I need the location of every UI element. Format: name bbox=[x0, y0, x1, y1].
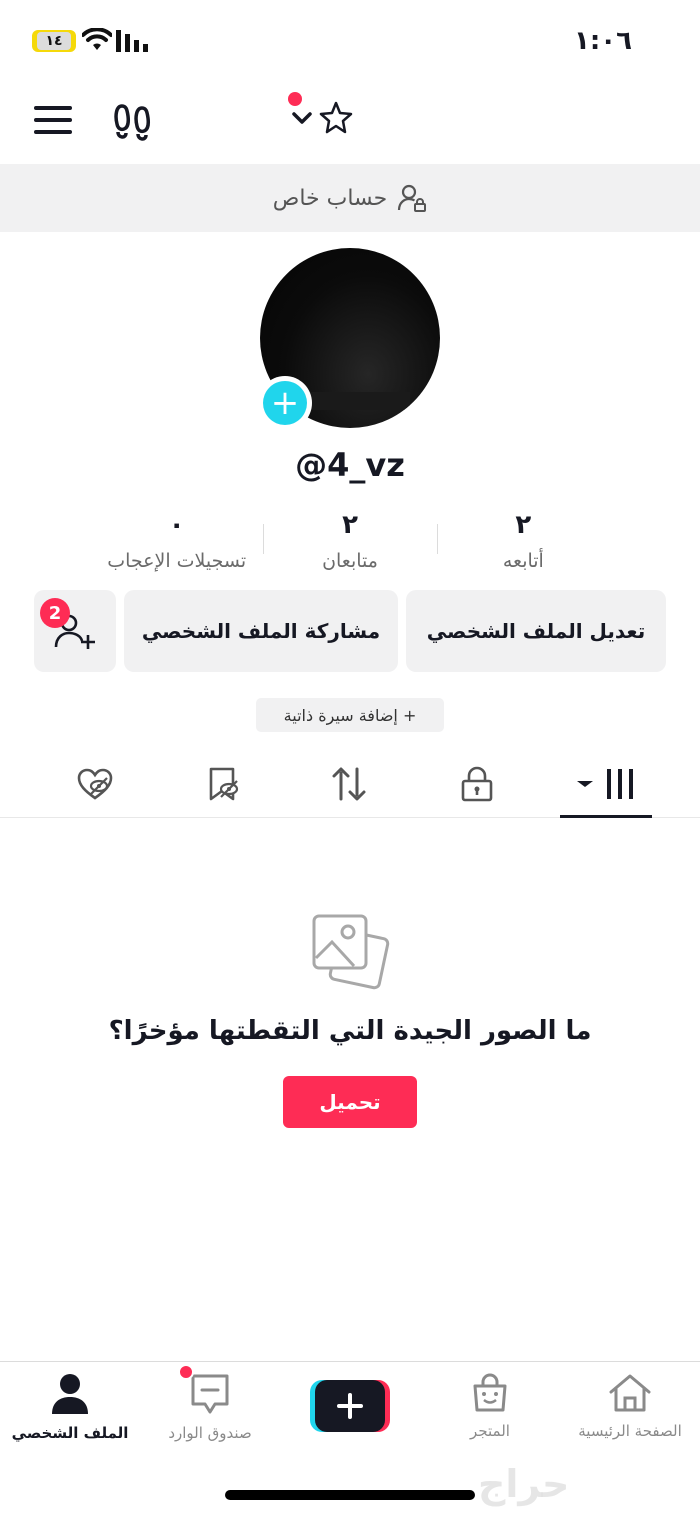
stat-likes-value: ٠ bbox=[168, 510, 185, 540]
nav-shop-label: المتجر bbox=[470, 1422, 510, 1440]
edit-profile-button[interactable]: تعديل الملف الشخصي bbox=[406, 590, 666, 672]
stat-followers-label: متابعان bbox=[322, 550, 378, 572]
inbox-notification-dot bbox=[178, 1364, 194, 1380]
active-tab-indicator bbox=[560, 815, 652, 818]
nav-profile-label: الملف الشخصي bbox=[11, 1424, 129, 1442]
star-icon[interactable] bbox=[318, 100, 354, 136]
private-account-label: حساب خاص bbox=[272, 185, 388, 211]
upload-button[interactable]: تحميل bbox=[283, 1076, 417, 1128]
share-profile-button[interactable]: مشاركة الملف الشخصي bbox=[124, 590, 398, 672]
battery-indicator: ١٤ bbox=[32, 30, 76, 52]
nav-home-label: الصفحة الرئيسية bbox=[578, 1422, 682, 1440]
watermark-logo: حراج bbox=[478, 1462, 570, 1506]
tab-favorites[interactable] bbox=[188, 752, 258, 816]
stat-following-label: أتابعه bbox=[502, 550, 544, 572]
home-icon bbox=[609, 1374, 651, 1412]
create-button[interactable] bbox=[310, 1380, 390, 1432]
repost-icon bbox=[332, 767, 366, 801]
shopping-bag-icon bbox=[473, 1373, 507, 1412]
username: @4_vz bbox=[295, 446, 405, 484]
inbox-icon bbox=[191, 1374, 229, 1414]
heart-hidden-icon bbox=[77, 768, 113, 800]
stat-followers-value: ٢ bbox=[342, 510, 358, 540]
stat-following[interactable]: ٢ أتابعه bbox=[436, 510, 610, 580]
nav-shop[interactable]: المتجر bbox=[420, 1372, 560, 1440]
status-time: ١:٠٦ bbox=[573, 26, 632, 56]
tab-private-videos[interactable] bbox=[442, 752, 512, 816]
footprint-icon[interactable] bbox=[112, 102, 154, 144]
friend-requests-badge: 2 bbox=[40, 598, 70, 628]
account-switcher[interactable] bbox=[290, 100, 354, 136]
nav-home[interactable]: الصفحة الرئيسية bbox=[560, 1372, 700, 1440]
bookmark-hidden-icon bbox=[209, 767, 239, 801]
tab-videos[interactable] bbox=[566, 752, 646, 816]
add-avatar-button[interactable]: + bbox=[258, 376, 312, 430]
stat-likes[interactable]: ٠ تسجيلات الإعجاب bbox=[90, 510, 263, 580]
signal-icon bbox=[116, 30, 148, 52]
stat-following-value: ٢ bbox=[515, 510, 532, 540]
lock-icon bbox=[461, 766, 493, 802]
private-account-banner[interactable]: حساب خاص bbox=[0, 164, 700, 232]
tab-reposts[interactable] bbox=[314, 752, 384, 816]
private-user-icon bbox=[398, 184, 427, 212]
videos-grid-icon bbox=[577, 769, 633, 799]
nav-inbox-label: صندوق الوارد bbox=[168, 1424, 252, 1442]
add-bio-button[interactable]: + إضافة سيرة ذاتية bbox=[256, 698, 444, 732]
home-indicator[interactable] bbox=[225, 1490, 475, 1500]
empty-state-text: ما الصور الجيدة التي التقطتها مؤخرًا؟ bbox=[108, 1016, 592, 1046]
battery-level: ١٤ bbox=[37, 32, 71, 50]
profile-icon bbox=[52, 1374, 88, 1414]
photos-icon bbox=[312, 914, 390, 990]
chevron-down-icon bbox=[292, 112, 312, 124]
stat-likes-label: تسجيلات الإعجاب bbox=[107, 550, 247, 572]
plus-icon: + bbox=[263, 381, 307, 425]
stat-followers[interactable]: ٢ متابعان bbox=[263, 510, 436, 580]
content-tabs bbox=[0, 752, 700, 818]
menu-icon[interactable] bbox=[34, 106, 72, 138]
nav-inbox[interactable]: صندوق الوارد bbox=[140, 1372, 280, 1442]
nav-profile[interactable]: الملف الشخصي bbox=[0, 1372, 140, 1442]
wifi-icon bbox=[82, 28, 112, 50]
profile-stats: ٢ أتابعه ٢ متابعان ٠ تسجيلات الإعجاب bbox=[90, 510, 610, 580]
tab-liked-videos[interactable] bbox=[60, 752, 130, 816]
